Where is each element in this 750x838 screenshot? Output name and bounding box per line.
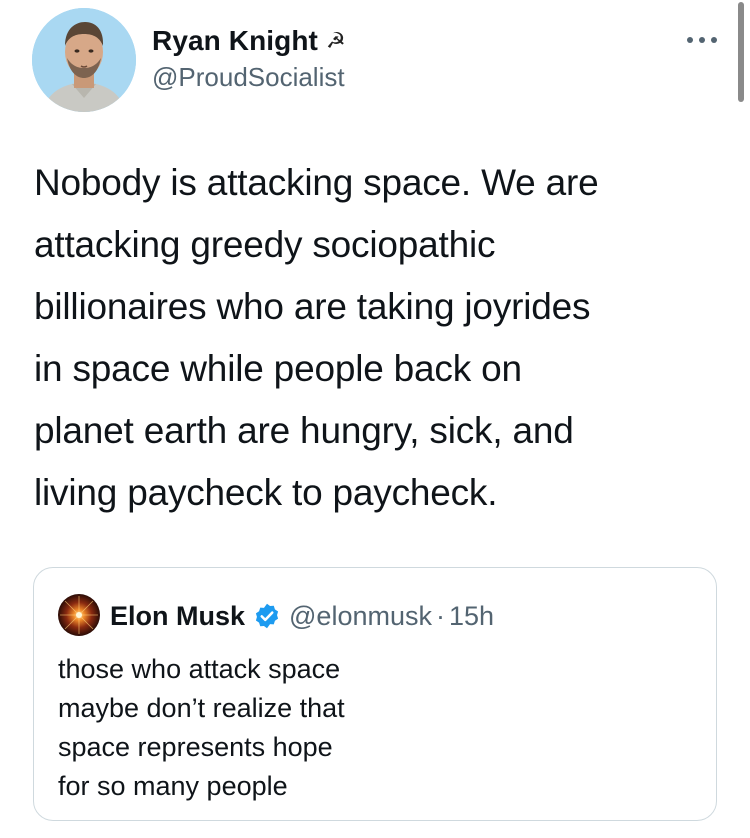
author-name-row[interactable]: Ryan Knight ☭	[152, 22, 346, 60]
quote-author-handle[interactable]: @elonmusk	[289, 601, 432, 632]
scrollbar[interactable]	[738, 2, 744, 102]
quoted-tweet-card[interactable]: Elon Musk @elonmusk · 15h those who atta…	[33, 567, 717, 821]
tweet-text: Nobody is attacking space. We are attack…	[34, 162, 599, 513]
more-horizontal-icon	[687, 37, 717, 43]
avatar-photo	[58, 594, 100, 636]
quote-author-avatar[interactable]	[58, 594, 100, 636]
quote-timestamp[interactable]: 15h	[449, 601, 494, 632]
author-name[interactable]: Ryan Knight	[152, 25, 318, 57]
quote-text: those who attack space maybe don’t reali…	[58, 654, 345, 801]
more-options-button[interactable]	[682, 28, 722, 52]
verified-badge-icon	[253, 602, 281, 630]
tweet: Ryan Knight ☭ @ProudSocialist Nobody is …	[0, 0, 750, 838]
author-handle[interactable]: @ProudSocialist	[152, 62, 345, 93]
quote-header: Elon Musk @elonmusk · 15h	[110, 596, 494, 636]
author-avatar[interactable]	[32, 8, 136, 112]
avatar-photo	[32, 8, 136, 112]
separator-dot: ·	[435, 600, 445, 631]
hammer-sickle-emoji: ☭	[325, 28, 346, 54]
quote-author-name[interactable]: Elon Musk	[110, 601, 245, 632]
